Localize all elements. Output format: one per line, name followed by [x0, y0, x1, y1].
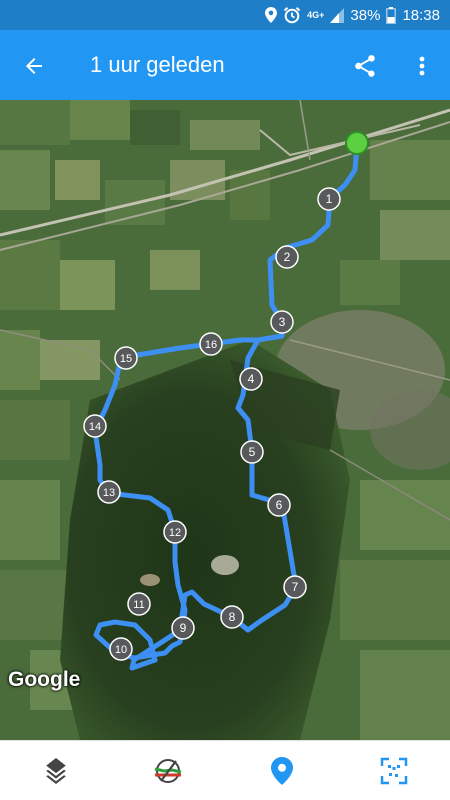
waypoint-13[interactable]: 13: [97, 480, 121, 504]
waypoint-9-label: 9: [180, 621, 187, 635]
page-title: 1 uur geleden: [90, 52, 225, 77]
waypoint-8[interactable]: 8: [220, 605, 244, 629]
waypoint-4[interactable]: 4: [239, 367, 263, 391]
waypoint-1-label: 1: [326, 192, 333, 206]
status-bar: 4G+ 38% 18:38: [0, 0, 450, 30]
back-button[interactable]: [18, 50, 50, 82]
start-marker[interactable]: [345, 131, 369, 155]
clock: 18:38: [402, 6, 440, 24]
waypoint-7-label: 7: [292, 580, 299, 594]
location-icon: [265, 7, 278, 23]
app-bar: 1 uur geleden: [0, 30, 450, 100]
layers-icon: [46, 758, 66, 784]
overflow-menu-button[interactable]: [408, 50, 436, 82]
waypoint-15[interactable]: 15: [114, 346, 138, 370]
back-arrow-icon: [26, 58, 42, 74]
waypoint-2-label: 2: [284, 250, 291, 264]
location-pin-icon: [271, 757, 293, 785]
waypoint-10-label: 10: [115, 644, 127, 656]
map-view[interactable]: 1 2 3 4 5 6 7 8 9 10 11 12 13 14 15 16 G…: [0, 100, 450, 740]
waypoint-14-label: 14: [89, 421, 101, 433]
share-icon: [355, 55, 375, 77]
scan-frame-icon: [380, 757, 408, 785]
waypoint-7[interactable]: 7: [283, 575, 307, 599]
alarm-icon: [283, 6, 301, 24]
waypoint-5-label: 5: [249, 445, 256, 459]
waypoint-8-label: 8: [229, 610, 236, 624]
waypoint-5[interactable]: 5: [240, 440, 264, 464]
waypoint-4-label: 4: [248, 372, 255, 386]
waypoint-16-label: 16: [205, 339, 217, 351]
battery-icon: [386, 6, 397, 24]
waypoint-11[interactable]: 11: [127, 592, 151, 616]
waypoint-12[interactable]: 12: [163, 520, 187, 544]
satellite-map: 1 2 3 4 5 6 7 8 9 10 11 12 13 14 15 16: [0, 100, 450, 740]
waypoint-6[interactable]: 6: [267, 493, 291, 517]
waypoint-12-label: 12: [169, 527, 181, 539]
waypoint-1[interactable]: 1: [317, 187, 341, 211]
route-toggle-button[interactable]: [150, 755, 186, 787]
waypoint-6-label: 6: [276, 498, 283, 512]
waypoint-10[interactable]: 10: [109, 637, 133, 661]
waypoint-2[interactable]: 2: [275, 245, 299, 269]
waypoint-15-label: 15: [120, 353, 132, 365]
waypoint-13-label: 13: [103, 487, 115, 499]
waypoint-11-label: 11: [133, 599, 144, 611]
share-button[interactable]: [348, 50, 382, 82]
off-route-icon: [154, 759, 182, 783]
bottom-toolbar: [0, 740, 450, 800]
layers-button[interactable]: [38, 755, 74, 787]
more-vert-icon: [419, 56, 425, 76]
battery-percentage: 38%: [350, 6, 381, 24]
signal-icon: [330, 7, 345, 23]
google-attribution: Google: [8, 668, 81, 691]
waypoint-9[interactable]: 9: [171, 616, 195, 640]
waypoint-16[interactable]: 16: [199, 332, 223, 356]
location-button[interactable]: [264, 755, 300, 787]
waypoint-3-label: 3: [279, 315, 286, 329]
waypoint-14[interactable]: 14: [83, 414, 107, 438]
network-type: 4G+: [307, 9, 325, 20]
waypoint-3[interactable]: 3: [270, 310, 294, 334]
fit-route-button[interactable]: [376, 755, 412, 787]
